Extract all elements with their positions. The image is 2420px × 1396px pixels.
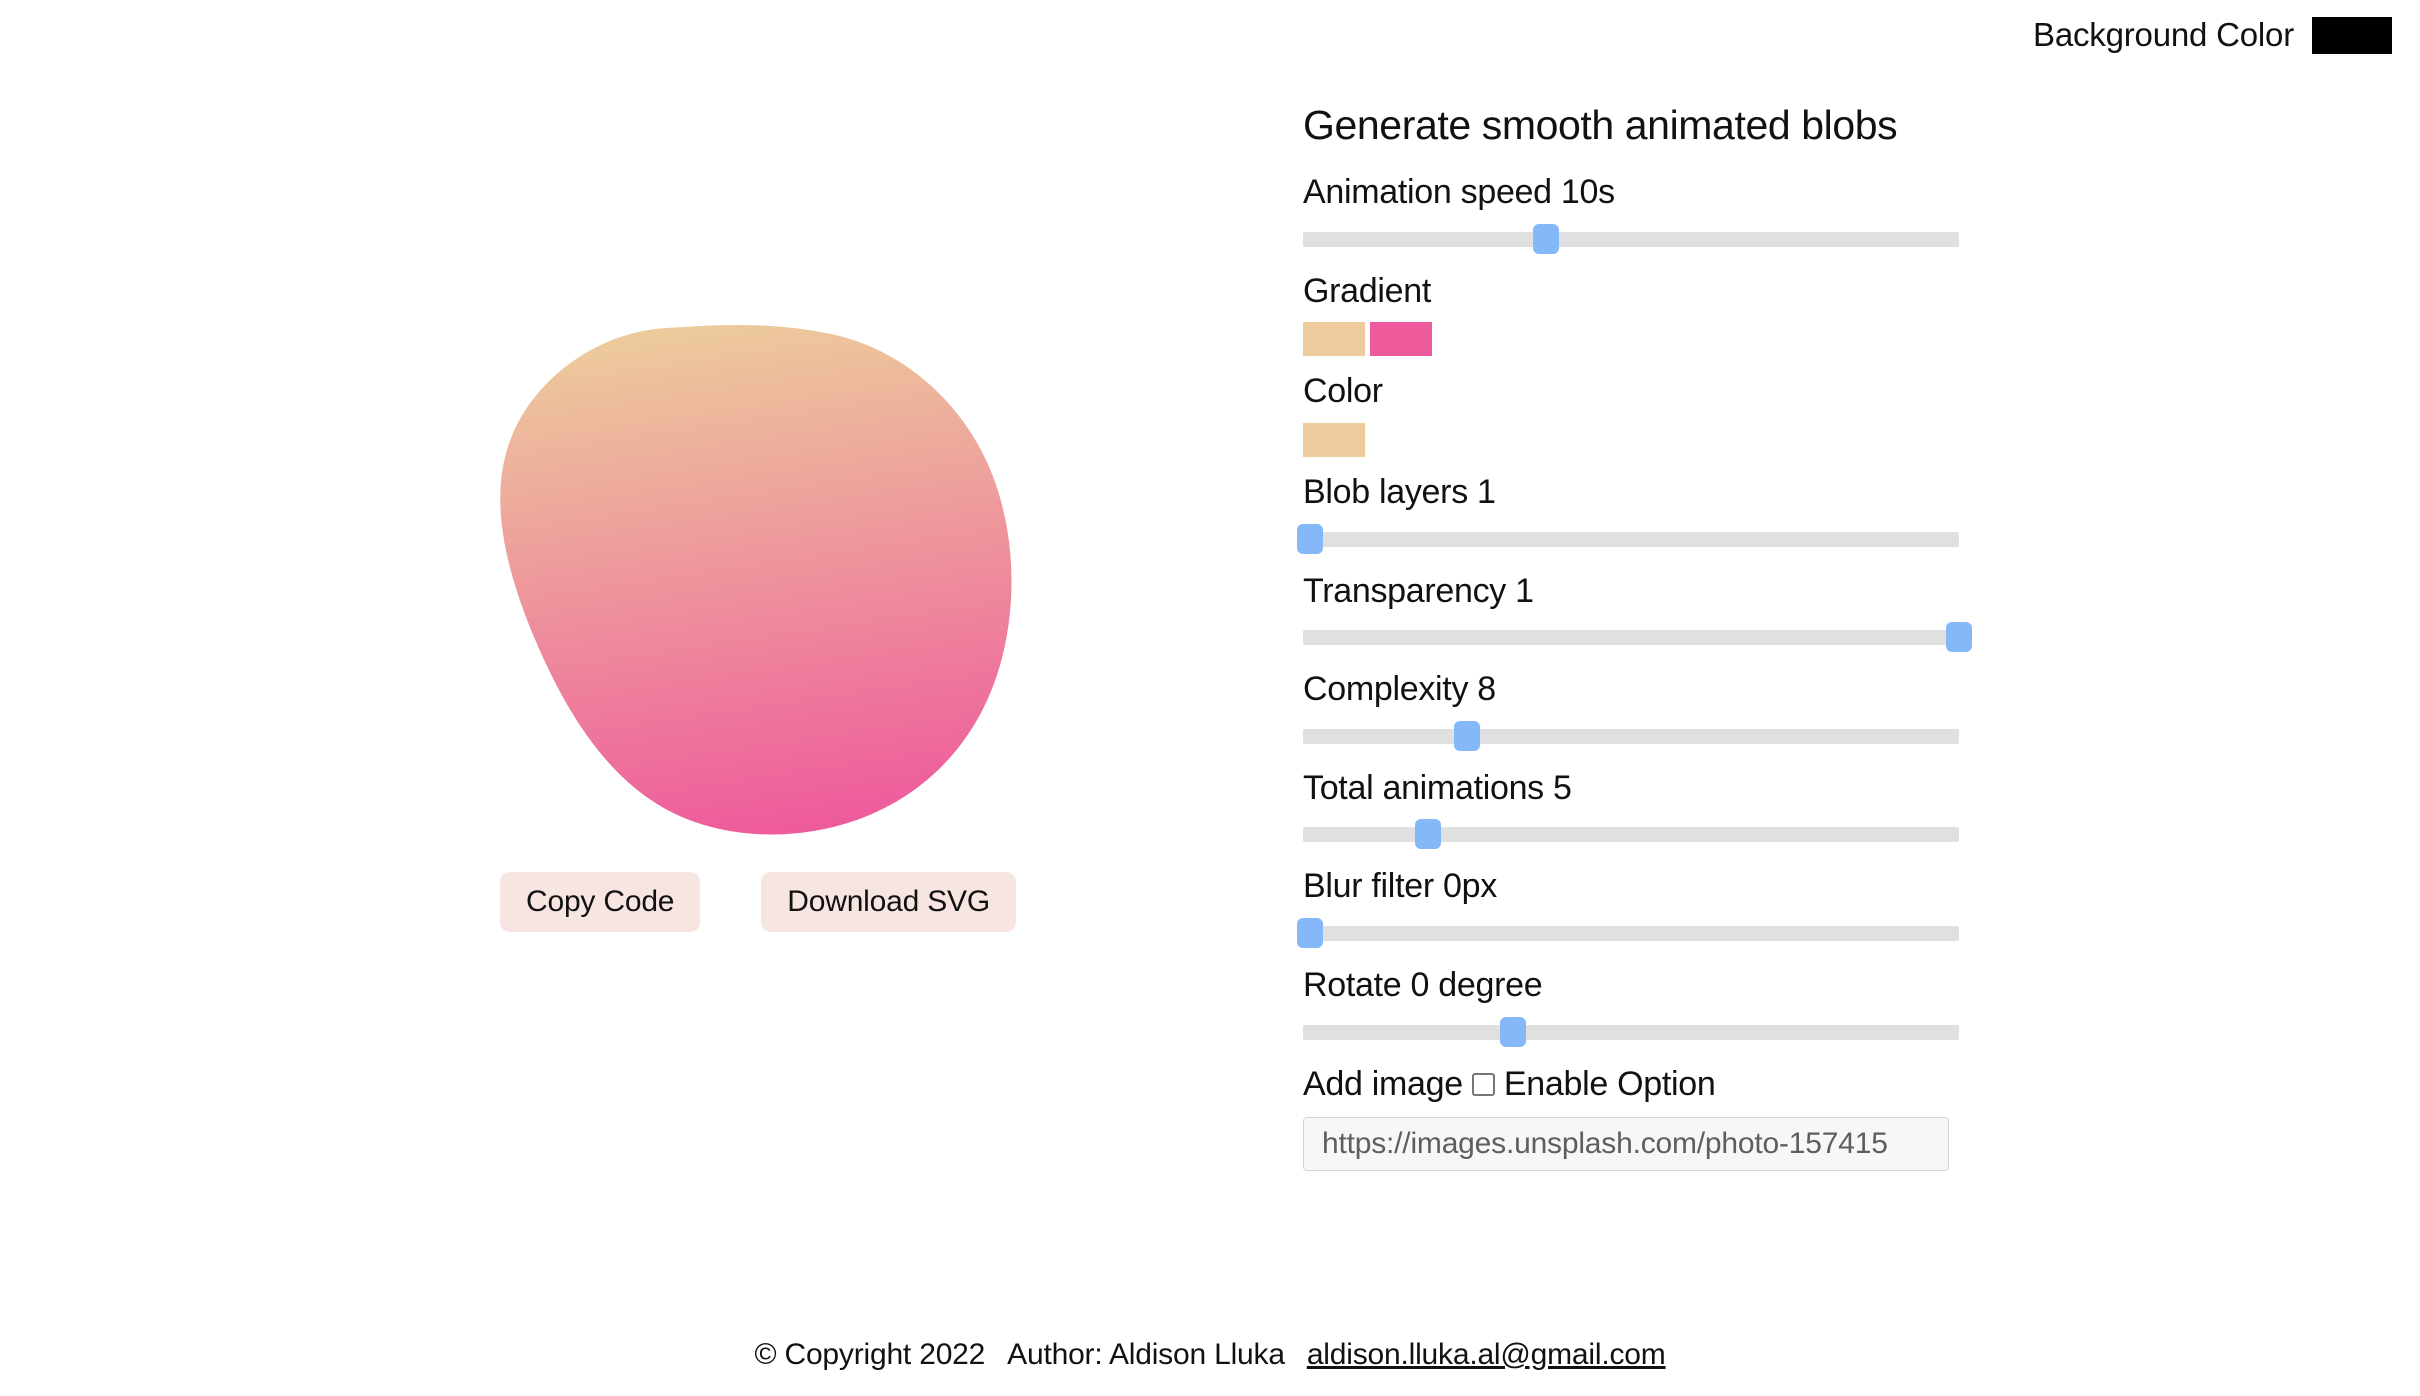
- footer-author: Author: Aldison Lluka: [1007, 1338, 1285, 1371]
- blob-action-buttons: Copy Code Download SVG: [500, 872, 1016, 932]
- slider-thumb[interactable]: [1454, 720, 1480, 751]
- gradient-label: Gradient: [1303, 271, 1432, 310]
- total-animations-control: Total animations 5: [1303, 765, 1963, 850]
- footer-copyright: © Copyright 2022: [754, 1338, 986, 1371]
- slider-track: [1303, 728, 1959, 744]
- animation-speed-label: Animation speed 10s: [1303, 173, 1615, 212]
- animation-speed-slider[interactable]: [1303, 223, 1959, 254]
- blob-shape: [500, 324, 1016, 840]
- background-color-label: Background Color: [2033, 16, 2294, 53]
- footer-email-link[interactable]: aldison.lluka.al@gmail.com: [1307, 1338, 1666, 1372]
- color-swatches: [1303, 423, 1963, 458]
- blur-filter-slider[interactable]: [1296, 918, 1959, 948]
- blur-filter-label: Blur filter 0px: [1303, 867, 1497, 906]
- slider-thumb[interactable]: [1414, 819, 1441, 850]
- footer: © Copyright 2022 Author: Aldison Lluka a…: [0, 1338, 2420, 1372]
- base-color-swatch[interactable]: [1303, 423, 1365, 458]
- copy-code-button[interactable]: Copy Code: [500, 872, 701, 932]
- rotate-control: Rotate 0 degree: [1303, 962, 1963, 1047]
- add-image-row: Add image Enable Option: [1303, 1061, 1963, 1109]
- slider-track: [1303, 531, 1959, 547]
- blob-layers-control: Blob layers 1: [1296, 469, 1963, 554]
- total-animations-slider[interactable]: [1303, 819, 1959, 850]
- enable-option-label: Enable Option: [1503, 1064, 1716, 1103]
- gradient-color-2-swatch[interactable]: [1370, 322, 1432, 357]
- total-animations-label: Total animations 5: [1303, 768, 1572, 807]
- color-control: Color: [1303, 368, 1963, 458]
- slider-thumb[interactable]: [1296, 918, 1323, 948]
- slider-thumb[interactable]: [1296, 523, 1323, 554]
- background-color-control: Background Color: [2033, 16, 2392, 54]
- complexity-slider[interactable]: [1303, 720, 1959, 751]
- color-label: Color: [1303, 372, 1383, 411]
- slider-track: [1303, 630, 1959, 646]
- blob-layers-slider[interactable]: [1296, 523, 1959, 554]
- background-color-swatch[interactable]: [2312, 16, 2392, 54]
- slider-track: [1303, 231, 1959, 247]
- rotate-slider[interactable]: [1303, 1016, 1959, 1047]
- slider-thumb[interactable]: [1532, 223, 1559, 254]
- blob-preview-area: Copy Code Download SVG: [0, 0, 1290, 1300]
- add-image-control: Add image Enable Option: [1303, 1061, 1963, 1172]
- slider-thumb[interactable]: [1499, 1016, 1526, 1047]
- enable-option-checkbox[interactable]: [1471, 1072, 1495, 1096]
- complexity-control: Complexity 8: [1303, 666, 1963, 751]
- slider-thumb[interactable]: [1946, 622, 1972, 653]
- slider-track: [1303, 926, 1959, 941]
- image-url-input[interactable]: [1303, 1117, 1949, 1172]
- slider-track: [1303, 1024, 1959, 1040]
- gradient-control: Gradient: [1303, 268, 1963, 357]
- transparency-control: Transparency 1: [1303, 568, 1972, 653]
- transparency-slider[interactable]: [1303, 622, 1972, 653]
- transparency-label: Transparency 1: [1303, 571, 1534, 610]
- download-svg-button[interactable]: Download SVG: [761, 872, 1016, 932]
- slider-track: [1303, 827, 1959, 843]
- rotate-label: Rotate 0 degree: [1303, 966, 1543, 1004]
- controls-panel: Generate smooth animated blobs Animation…: [1296, 100, 1972, 1183]
- gradient-color-1-swatch[interactable]: [1303, 322, 1365, 357]
- gradient-swatches: [1303, 322, 1963, 357]
- blob-generator-app: Background Color Copy Code Download SVG …: [0, 0, 2420, 1396]
- blur-filter-control: Blur filter 0px: [1296, 863, 1963, 948]
- panel-title: Generate smooth animated blobs: [1303, 102, 1898, 148]
- blob-layers-label: Blob layers 1: [1303, 473, 1496, 512]
- complexity-label: Complexity 8: [1303, 670, 1496, 709]
- animation-speed-control: Animation speed 10s: [1303, 169, 1963, 254]
- add-image-label: Add image: [1303, 1064, 1463, 1103]
